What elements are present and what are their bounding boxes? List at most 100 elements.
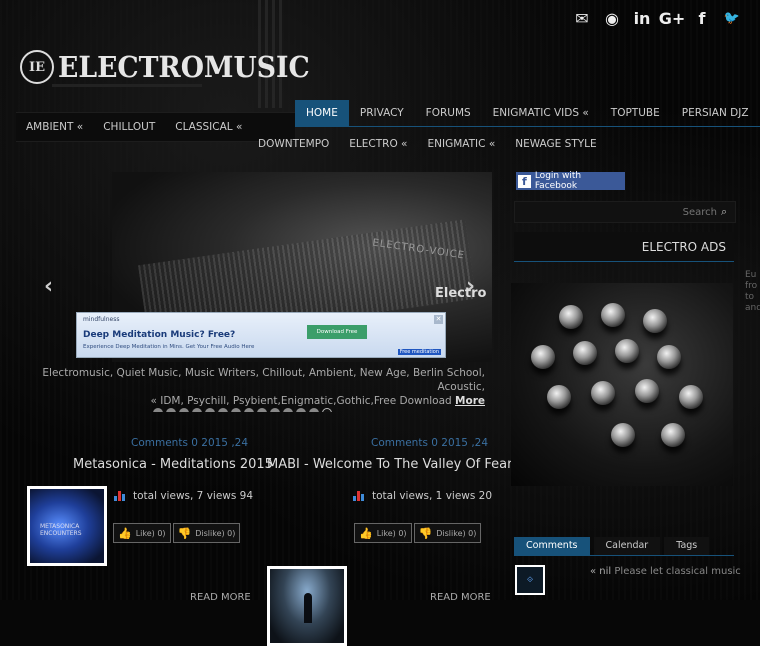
comment-author: « nil (590, 566, 612, 577)
slide-tags-line-2: « IDM, Psychill, Psybient,Enigmatic,Goth… (40, 394, 485, 408)
search-icon[interactable]: ⌕ (721, 205, 735, 219)
like-button[interactable]: 👍 Like) 0) (113, 523, 171, 543)
sidebar-tabs: Comments Calendar Tags (514, 537, 710, 555)
slider-dot[interactable] (166, 408, 176, 412)
thumbs-down-icon: 👎 (418, 526, 433, 540)
slider-dot[interactable] (270, 408, 280, 412)
post-views-2-text: total views, 1 views 20 (372, 490, 493, 502)
featured-slider: ELECTRO-VOICE ‹ › Electro mindfulness De… (40, 172, 495, 412)
slider-dot[interactable] (283, 408, 293, 412)
category-nav-second-row: DOWNTEMPO ELECTRO « ENIGMATIC « NEWAGE S… (248, 130, 607, 158)
like-count: Like) 0) (376, 528, 407, 538)
facebook-login-button[interactable]: f Login with Facebook (516, 171, 625, 191)
post-vote-2: 👍 Like) 0) 👎 Dislike) 0) (354, 523, 482, 543)
slider-prev-button[interactable]: ‹ (44, 274, 53, 299)
nav-item-electro[interactable]: ELECTRO « (339, 130, 417, 158)
logo-text: ELECTROMUSIC (58, 50, 310, 84)
slide-tags-line-2-text: « IDM, Psychill, Psybient,Enigmatic,Goth… (150, 395, 452, 407)
slider-dot[interactable] (179, 408, 189, 412)
stats-icon (353, 491, 364, 501)
tabs-underline (514, 555, 734, 556)
nav-item-newage-style[interactable]: NEWAGE STYLE (505, 130, 606, 158)
mixer-image[interactable] (511, 283, 733, 486)
avatar[interactable]: ⟐ (515, 565, 545, 595)
like-button[interactable]: 👍 Like) 0) (354, 523, 412, 543)
post-title-2[interactable]: MABI - Welcome To The Valley Of Fear (267, 457, 512, 472)
slider-dot[interactable] (231, 408, 241, 412)
post-thumbnail-2[interactable] (267, 566, 347, 646)
nav-item-privacy[interactable]: PRIVACY (349, 100, 415, 126)
ad-footer: Free meditation (397, 349, 441, 355)
nav-item-persian-djz[interactable]: PERSIAN DJZ (671, 100, 760, 126)
slider-dot[interactable] (192, 408, 202, 412)
ad-subtitle: Experience Deep Meditation in Mins. Get … (83, 344, 255, 350)
nav-item-enigmatic-vids[interactable]: ENIGMATIC VIDS « (482, 100, 600, 126)
read-more-link-2[interactable]: READ MORE (430, 592, 491, 603)
nav-item-enigmatic[interactable]: ENIGMATIC « (417, 130, 505, 158)
nav-item-forums[interactable]: FORUMS (415, 100, 482, 126)
search-input[interactable] (515, 206, 721, 218)
slider-dot[interactable] (153, 408, 163, 412)
slider-pagination (153, 408, 332, 412)
post-meta-1[interactable]: Comments 0 2015 ,24 (131, 437, 248, 449)
nav-item-downtempo[interactable]: DOWNTEMPO (248, 130, 339, 158)
nav-item-ambient[interactable]: AMBIENT « (16, 113, 93, 141)
slider-dot[interactable] (322, 408, 332, 412)
slide-tags: Electromusic, Quiet Music, Music Writers… (40, 366, 485, 408)
tab-comments[interactable]: Comments (514, 537, 590, 555)
slide-caption[interactable]: Electro (435, 286, 486, 301)
ad-download-button[interactable]: Download Free (307, 325, 367, 339)
linkedin-icon[interactable]: in (632, 8, 652, 28)
more-link[interactable]: More (455, 395, 485, 407)
slider-dot[interactable] (244, 408, 254, 412)
tab-calendar[interactable]: Calendar (593, 537, 661, 555)
dislike-button[interactable]: 👎 Dislike) 0) (172, 523, 241, 543)
nav-underline (295, 126, 760, 127)
slide-image-label: ELECTRO-VOICE (371, 237, 466, 262)
email-icon[interactable]: ✉ (572, 8, 592, 28)
googleplus-icon[interactable]: G+ (659, 8, 686, 28)
main-nav: HOME PRIVACY FORUMS ENIGMATIC VIDS « TOP… (295, 100, 760, 126)
post-thumbnail-1[interactable]: METASONICA ENCOUNTERS (27, 486, 107, 566)
search-box: ⌕ (514, 201, 736, 223)
facebook-icon[interactable]: f (692, 8, 712, 28)
ad-title: Deep Meditation Music? Free? (83, 330, 236, 340)
nav-item-classical[interactable]: CLASSICAL « (165, 113, 252, 141)
slider-dot[interactable] (309, 408, 319, 412)
logo-divider (52, 84, 202, 87)
facebook-login-label: Login with Facebook (534, 171, 582, 191)
slider-dot[interactable] (296, 408, 306, 412)
edge-text: Eu fro to and (745, 270, 760, 313)
nav-item-chillout[interactable]: CHILLOUT (93, 113, 165, 141)
read-more-link-1[interactable]: READ MORE (190, 592, 251, 603)
like-count: Like) 0) (135, 528, 166, 538)
post-thumbnail-2-figure (304, 593, 312, 623)
post-vote-1: 👍 Like) 0) 👎 Dislike) 0) (113, 523, 241, 543)
stats-icon (114, 491, 125, 501)
logo-badge-icon: IE (20, 50, 54, 84)
site-logo[interactable]: IE ELECTROMUSIC (20, 50, 332, 84)
post-title-1[interactable]: Metasonica - Meditations 2015 (73, 457, 273, 472)
ad-close-icon[interactable]: ✕ (434, 315, 443, 324)
dislike-button[interactable]: 👎 Dislike) 0) (413, 523, 482, 543)
tab-tags[interactable]: Tags (664, 537, 710, 555)
post-meta-2[interactable]: Comments 0 2015 ,24 (371, 437, 488, 449)
facebook-logo-icon: f (518, 174, 531, 188)
twitter-icon[interactable]: 🐦 (722, 8, 742, 28)
ad-brand: mindfulness (83, 316, 120, 323)
dislike-count: Dislike) 0) (195, 528, 236, 538)
nav-item-toptube[interactable]: TOPTUBE (600, 100, 671, 126)
slider-dot[interactable] (218, 408, 228, 412)
rss-icon[interactable]: ◉ (602, 8, 622, 28)
post-views-2: total views, 1 views 20 (353, 490, 492, 502)
comment-text: Please let classical music (614, 566, 741, 577)
thumbs-down-icon: 👎 (177, 526, 192, 540)
social-links: ✉ ◉ in G+ f 🐦 (572, 8, 742, 28)
thumbs-up-icon: 👍 (359, 526, 373, 540)
slider-dot[interactable] (205, 408, 215, 412)
advertisement-banner[interactable]: mindfulness Deep Meditation Music? Free?… (76, 312, 446, 358)
post-views-1: total views, 7 views 94 (114, 490, 253, 502)
recent-comment[interactable]: « nil Please let classical music (590, 566, 741, 577)
slider-dot[interactable] (257, 408, 267, 412)
nav-item-home[interactable]: HOME (295, 100, 349, 126)
